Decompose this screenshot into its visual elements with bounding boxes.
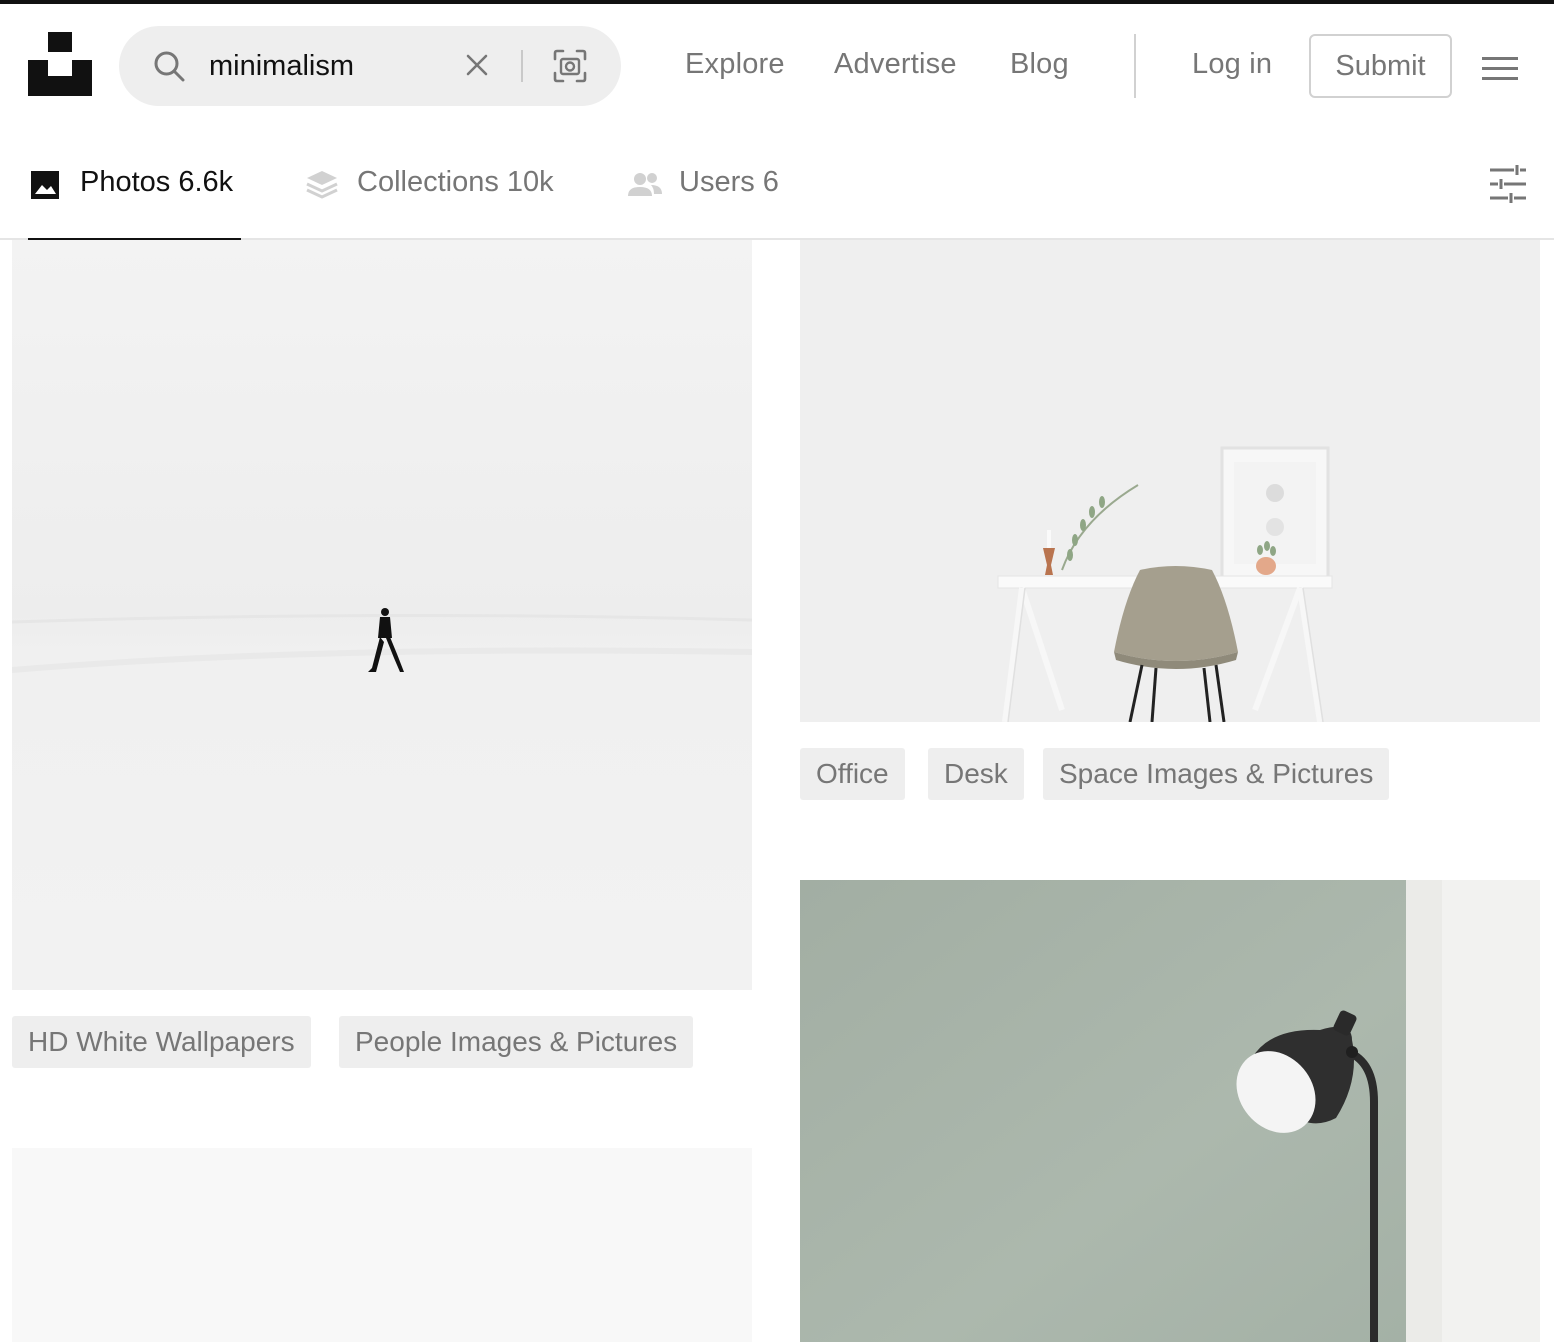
tag-hd-white-wallpapers[interactable]: HD White Wallpapers <box>12 1016 311 1068</box>
nav-explore-link[interactable]: Explore <box>685 48 785 81</box>
nav-divider <box>1134 34 1136 98</box>
photo-placeholder[interactable] <box>12 1148 752 1342</box>
submit-button[interactable]: Submit <box>1309 34 1452 98</box>
tag-desk[interactable]: Desk <box>928 748 1024 800</box>
tab-collections-label: Collections 10k <box>357 166 554 198</box>
hamburger-menu-icon[interactable] <box>1480 54 1520 84</box>
close-icon[interactable] <box>462 50 492 80</box>
search-result-tabs: Photos 6.6k Collections 10k Users 6 <box>0 128 1554 242</box>
nav-advertise-link[interactable]: Advertise <box>834 48 957 81</box>
layers-icon <box>305 168 339 202</box>
visual-search-icon[interactable] <box>552 48 588 84</box>
tab-photos-label: Photos 6.6k <box>80 166 234 198</box>
users-icon <box>627 168 662 202</box>
tab-photos[interactable]: Photos 6.6k <box>28 128 241 242</box>
photo-white-desk-chair[interactable] <box>800 240 1540 722</box>
login-link[interactable]: Log in <box>1192 48 1272 81</box>
filter-sliders-icon[interactable] <box>1488 164 1528 204</box>
tab-users-label: Users 6 <box>679 166 779 198</box>
search-divider <box>521 50 523 82</box>
image-icon <box>28 168 62 202</box>
site-header: Explore Advertise Blog Log in Submit <box>0 4 1554 128</box>
tag-people-images[interactable]: People Images & Pictures <box>339 1016 694 1068</box>
tab-users[interactable]: Users 6 <box>627 128 787 240</box>
photo-floor-lamp-green-wall[interactable] <box>800 880 1540 1342</box>
nav-blog-link[interactable]: Blog <box>1010 48 1069 81</box>
search-input[interactable] <box>209 44 449 88</box>
tab-collections[interactable]: Collections 10k <box>305 128 565 240</box>
photo-person-walking-snow[interactable] <box>12 240 752 990</box>
search-icon[interactable] <box>153 50 185 82</box>
tag-space-images[interactable]: Space Images & Pictures <box>1043 748 1390 800</box>
tag-office[interactable]: Office <box>800 748 905 800</box>
search-bar <box>119 26 621 106</box>
unsplash-logo-icon[interactable] <box>28 32 92 96</box>
